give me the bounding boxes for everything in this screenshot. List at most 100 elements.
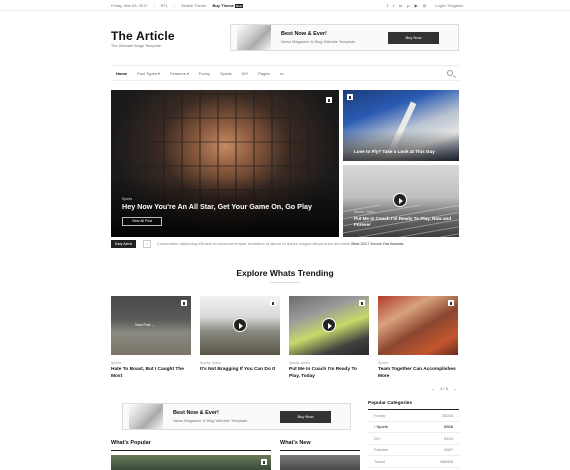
hero-post-title[interactable]: Hey Now You're An All Star, Get Your Gam… bbox=[122, 202, 332, 211]
category-row[interactable]: Travel 488658 bbox=[368, 456, 459, 468]
ticker-body: Consectetur adipiscing elit sed do eiusm… bbox=[157, 241, 351, 246]
card-title[interactable]: Hate To Boast, But I Caught The Most bbox=[111, 367, 191, 380]
popular-categories-widget: Popular Categories Funny 28245 › Sports 85… bbox=[368, 401, 459, 468]
ad-title: Best Now & Ever! bbox=[173, 410, 219, 416]
site-title: The Article bbox=[111, 29, 175, 43]
card-title[interactable]: Team Together Can Accomplishes More bbox=[378, 367, 458, 380]
category-name: › Sports bbox=[374, 424, 389, 430]
carousel-pager: ← 1 / 3 → bbox=[431, 386, 457, 391]
search-icon[interactable] bbox=[447, 70, 453, 76]
post-category: Sports, Video bbox=[354, 210, 375, 214]
category-row[interactable]: Fashion 6587 bbox=[368, 445, 459, 456]
nav-item-funny[interactable]: Funny bbox=[194, 71, 215, 76]
nav-item-features[interactable]: Features ▾ bbox=[165, 71, 194, 76]
hero-main-post[interactable]: Sports Hey Now You're An All Star, Get Y… bbox=[111, 90, 339, 237]
category-count: 28245 bbox=[441, 412, 453, 418]
content-ad-banner[interactable]: Best Now & Ever! News Magazine & Blog We… bbox=[122, 403, 351, 430]
popular-post-image[interactable] bbox=[111, 455, 271, 470]
nav-item-more[interactable]: ••• bbox=[275, 71, 289, 76]
rtl-link[interactable]: RTL bbox=[161, 3, 168, 8]
login-register-link[interactable]: Login / Register bbox=[435, 3, 463, 8]
ad-buy-button[interactable]: Buy Now bbox=[280, 411, 331, 423]
mobile-theme-link[interactable]: Mobile Theme bbox=[181, 3, 206, 8]
arrow-right-icon[interactable]: → bbox=[453, 386, 457, 391]
card-title[interactable]: Put Me In Coach I'm Ready To Play, Today bbox=[289, 367, 369, 380]
bookmark-icon[interactable] bbox=[270, 300, 276, 306]
arrow-left-icon[interactable]: ← bbox=[431, 386, 435, 391]
card-image bbox=[289, 296, 369, 355]
trending-card[interactable]: Sports, Audio Put Me In Coach I'm Ready … bbox=[289, 296, 369, 380]
nav-item-post-types[interactable]: Post Types ▾ bbox=[132, 71, 165, 76]
new-post-image[interactable] bbox=[280, 455, 360, 470]
main-nav: Home Post Types ▾ Features ▾ Funny Sport… bbox=[111, 65, 459, 81]
bookmark-icon[interactable] bbox=[448, 300, 454, 306]
trending-card[interactable]: Sports Team Together Can Accomplishes Mo… bbox=[378, 296, 458, 380]
category-count: 6587 bbox=[444, 447, 453, 453]
facebook-icon[interactable]: f bbox=[387, 3, 388, 8]
post-category: Sports bbox=[122, 197, 133, 201]
section-title: Explore Whats Trending bbox=[236, 268, 334, 278]
play-icon[interactable] bbox=[322, 318, 336, 332]
post-title[interactable]: Put Me In Coach I'm Ready To Play, Now a… bbox=[354, 216, 454, 228]
category-name: Fashion bbox=[374, 447, 389, 453]
new-badge: New bbox=[235, 4, 244, 8]
category-row[interactable]: Funny 28245 bbox=[368, 410, 459, 422]
category-count: 8434 bbox=[444, 435, 453, 441]
whats-new-heading: What's New bbox=[280, 440, 311, 446]
ticker-highlight: Best 2017 Knock Out Awards. bbox=[351, 241, 405, 246]
nav-item-home[interactable]: Home bbox=[111, 71, 132, 76]
view-all-post-button[interactable]: View All Post bbox=[122, 217, 162, 226]
divider bbox=[111, 450, 271, 451]
buy-theme-link[interactable]: Buy Theme New bbox=[212, 3, 244, 8]
card-title[interactable]: It's Not Bragging If You Can Do It bbox=[200, 367, 280, 374]
card-category: Sports bbox=[111, 361, 122, 365]
ticker-prev-button[interactable]: ‹ bbox=[143, 240, 151, 248]
ad-buy-button[interactable]: Buy Now bbox=[388, 32, 439, 44]
instagram-icon[interactable]: ◎ bbox=[423, 3, 427, 8]
bookmark-icon[interactable] bbox=[347, 94, 353, 100]
linkedin-icon[interactable]: in bbox=[399, 3, 402, 8]
image-overlay bbox=[343, 131, 459, 161]
widget-title: Popular Categories bbox=[368, 401, 459, 410]
youtube-icon[interactable]: ▶ bbox=[415, 3, 418, 8]
card-category: Sports, Video bbox=[200, 361, 221, 365]
twitter-icon[interactable]: t bbox=[393, 3, 394, 8]
view-post-overlay[interactable]: View Post → bbox=[135, 323, 155, 327]
news-ticker: Daily Alerts ‹ Consectetur adipiscing el… bbox=[111, 240, 459, 248]
hero-side-post-2[interactable]: Sports, Video Put Me In Coach I'm Ready … bbox=[343, 165, 459, 237]
hero-side-post-1[interactable]: Love to Fly? Take a Look at This Guy bbox=[343, 90, 459, 161]
top-bar: Friday, Mar 03, 2017 | RTL | Mobile Them… bbox=[0, 0, 570, 11]
category-row[interactable]: DIY 8434 bbox=[368, 433, 459, 445]
ad-subtitle: News Magazine & Blog Website Template. bbox=[281, 39, 357, 44]
card-category: Sports, Audio bbox=[289, 361, 310, 365]
nav-item-diy[interactable]: DIY bbox=[237, 71, 254, 76]
divider bbox=[270, 282, 300, 283]
date-text: Friday, Mar 03, 2017 bbox=[111, 3, 148, 8]
bookmark-icon[interactable] bbox=[359, 300, 365, 306]
post-title[interactable]: Love to Fly? Take a Look at This Guy bbox=[354, 149, 435, 154]
trending-card[interactable]: Sports, Video It's Not Bragging If You C… bbox=[200, 296, 280, 374]
buy-theme-label: Buy Theme bbox=[212, 3, 235, 8]
category-count: 488658 bbox=[439, 458, 453, 464]
site-logo[interactable]: The Article The Ultimate Blogs Template bbox=[111, 29, 175, 48]
nav-item-pages[interactable]: Pages bbox=[253, 71, 274, 76]
bookmark-icon[interactable] bbox=[261, 459, 267, 465]
divider: | bbox=[153, 3, 155, 8]
pinterest-icon[interactable]: p bbox=[407, 3, 409, 8]
ad-title: Best Now & Ever! bbox=[281, 31, 327, 37]
bookmark-icon[interactable] bbox=[181, 300, 187, 306]
play-icon[interactable] bbox=[393, 193, 407, 207]
card-image bbox=[378, 296, 458, 355]
header-ad-banner[interactable]: Best Now & Ever! News Magazine & Blog We… bbox=[230, 24, 459, 51]
ad-image bbox=[129, 404, 163, 429]
divider: | bbox=[174, 3, 176, 8]
bookmark-icon[interactable] bbox=[326, 97, 332, 103]
nav-item-sports[interactable]: Sports bbox=[215, 71, 237, 76]
category-count: 8558 bbox=[444, 424, 453, 430]
category-row[interactable]: › Sports 8558 bbox=[368, 422, 459, 433]
pager-count: 1 / 3 bbox=[440, 386, 448, 391]
play-icon[interactable] bbox=[233, 318, 247, 332]
ticker-label: Daily Alerts bbox=[111, 240, 136, 248]
trending-card[interactable]: View Post → Sports Hate To Boast, But I … bbox=[111, 296, 191, 380]
ticker-text[interactable]: Consectetur adipiscing elit sed do eiusm… bbox=[157, 241, 404, 246]
